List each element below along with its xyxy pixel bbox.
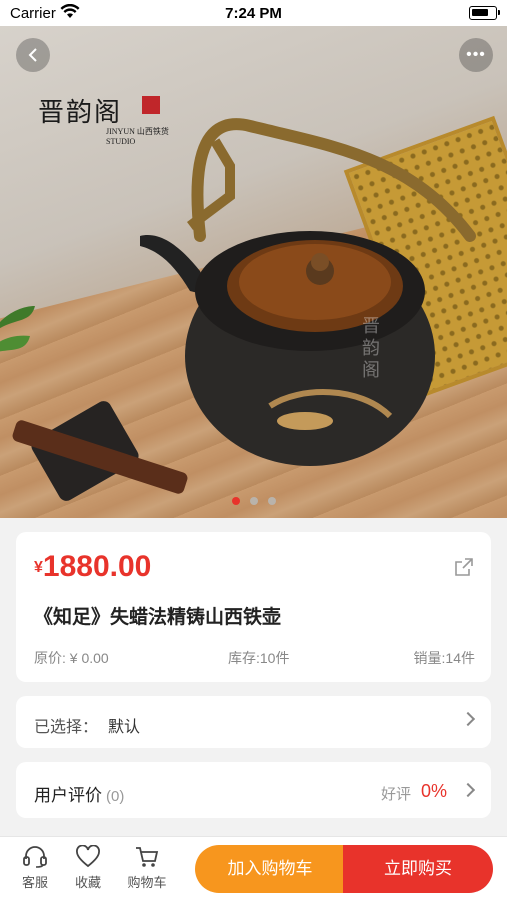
carousel-dot-1[interactable]	[231, 497, 240, 505]
selection-value: 默认	[108, 719, 141, 736]
share-icon[interactable]	[453, 556, 475, 578]
original-price: 原价: ¥ 0.00	[34, 650, 109, 666]
image-watermark: 晋韵阁	[362, 316, 380, 381]
chevron-right-icon	[460, 711, 476, 727]
carousel-dot-3[interactable]	[267, 497, 276, 505]
headset-icon	[23, 846, 47, 868]
customer-service-button[interactable]: 客服	[11, 845, 59, 891]
heart-icon	[76, 845, 100, 868]
more-button[interactable]: •••	[459, 38, 493, 72]
status-bar: Carrier 7:24 PM	[0, 0, 507, 26]
favorite-label: 收藏	[74, 875, 101, 890]
price-value: 1880.00	[42, 550, 152, 583]
cart-button[interactable]: 购物车	[123, 845, 171, 891]
product-info-card: ¥1880.00 《知足》失蜡法精铸山西铁壶 原价: ¥ 0.00 库存:10件…	[16, 532, 491, 682]
add-to-cart-button[interactable]: 加入购物车	[195, 845, 345, 893]
plant-leaves	[0, 306, 35, 352]
bottom-action-bar: 客服 收藏 购物车 加入购物车 立即购买	[0, 836, 507, 900]
sales-count: 销量:14件	[413, 650, 475, 666]
teapot-illustration	[140, 118, 476, 466]
cart-icon	[136, 847, 159, 867]
status-time: 7:24 PM	[225, 5, 282, 22]
carousel-indicator	[0, 497, 507, 505]
chevron-right-icon	[460, 782, 476, 798]
stock-count: 库存:10件	[228, 650, 290, 666]
price-currency: ¥	[34, 559, 43, 576]
selection-label: 已选择： 默认	[34, 719, 141, 736]
more-icon: •••	[466, 46, 486, 63]
product-image-carousel[interactable]: 晋韵阁 JINYUN 山西铁货 STUDIO 晋韵阁	[0, 26, 507, 518]
good-rating-value: 0%	[420, 781, 447, 801]
product-price: ¥1880.00	[34, 550, 151, 584]
reviews-row[interactable]: 用户评价 (0) 好评 0%	[16, 762, 491, 818]
carousel-dot-2[interactable]	[249, 497, 258, 505]
cart-label: 购物车	[127, 875, 167, 890]
back-button[interactable]	[16, 38, 50, 72]
customer-service-label: 客服	[21, 875, 48, 890]
buy-now-button[interactable]: 立即购买	[343, 845, 493, 893]
product-title: 《知足》失蜡法精铸山西铁壶	[34, 607, 282, 628]
brand-seal-icon	[142, 96, 160, 114]
good-rating-label: 好评	[380, 786, 411, 803]
brand-name: 晋韵阁	[38, 98, 123, 128]
reviews-label: 用户评价 (0)	[34, 786, 125, 805]
reviews-count: (0)	[106, 788, 125, 805]
spec-selection-row[interactable]: 已选择： 默认	[16, 696, 491, 748]
brand-logo: 晋韵阁 JINYUN 山西铁货 STUDIO	[38, 92, 198, 146]
back-icon	[28, 48, 37, 62]
favorite-button[interactable]: 收藏	[64, 845, 112, 891]
brand-subtitle: JINYUN 山西铁货 STUDIO	[106, 127, 169, 146]
battery-icon	[469, 6, 500, 20]
